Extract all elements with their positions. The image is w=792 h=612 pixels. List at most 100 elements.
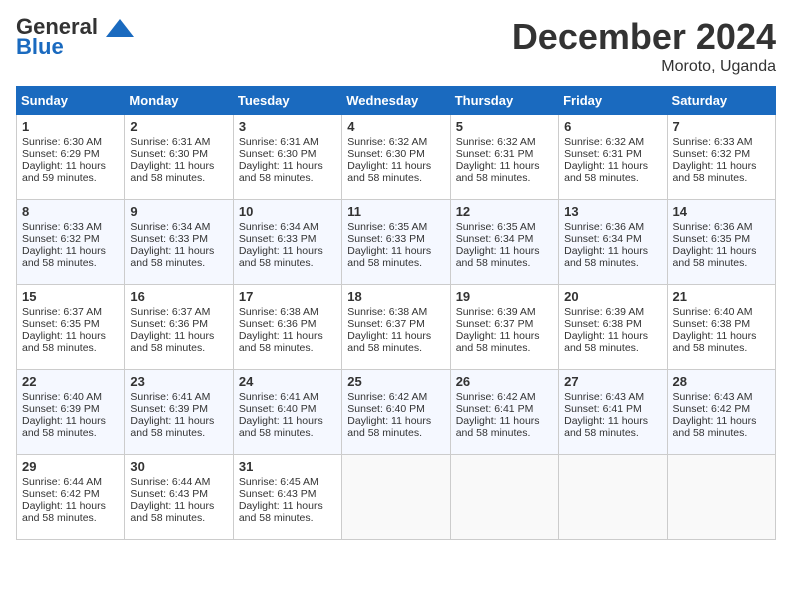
day-number: 10 — [239, 204, 336, 219]
sunrise: Sunrise: 6:37 AM — [22, 306, 102, 318]
daylight-mins: and 58 minutes. — [239, 512, 314, 524]
daylight: Daylight: 11 hours — [239, 415, 323, 427]
day-number: 5 — [456, 119, 553, 134]
day-cell-7: 7 Sunrise: 6:33 AM Sunset: 6:32 PM Dayli… — [667, 115, 775, 200]
day-number: 6 — [564, 119, 661, 134]
day-number: 24 — [239, 374, 336, 389]
day-cell-25: 25 Sunrise: 6:42 AM Sunset: 6:40 PM Dayl… — [342, 370, 450, 455]
daylight-mins: and 58 minutes. — [673, 342, 748, 354]
daylight: Daylight: 11 hours — [239, 245, 323, 257]
day-cell-6: 6 Sunrise: 6:32 AM Sunset: 6:31 PM Dayli… — [559, 115, 667, 200]
daylight-mins: and 58 minutes. — [22, 427, 97, 439]
title-block: December 2024 Moroto, Uganda — [512, 16, 776, 76]
location: Moroto, Uganda — [512, 58, 776, 76]
sunset: Sunset: 6:31 PM — [456, 148, 534, 160]
daylight: Daylight: 11 hours — [673, 160, 757, 172]
day-cell-21: 21 Sunrise: 6:40 AM Sunset: 6:38 PM Dayl… — [667, 285, 775, 370]
sunset: Sunset: 6:34 PM — [564, 233, 642, 245]
calendar-row: 22 Sunrise: 6:40 AM Sunset: 6:39 PM Dayl… — [17, 370, 776, 455]
daylight: Daylight: 11 hours — [22, 330, 106, 342]
sunset: Sunset: 6:33 PM — [347, 233, 425, 245]
calendar-row: 1 Sunrise: 6:30 AM Sunset: 6:29 PM Dayli… — [17, 115, 776, 200]
day-cell-20: 20 Sunrise: 6:39 AM Sunset: 6:38 PM Dayl… — [559, 285, 667, 370]
daylight: Daylight: 11 hours — [239, 500, 323, 512]
daylight: Daylight: 11 hours — [456, 160, 540, 172]
sunset: Sunset: 6:35 PM — [22, 318, 100, 330]
daylight: Daylight: 11 hours — [130, 160, 214, 172]
sunset: Sunset: 6:31 PM — [564, 148, 642, 160]
calendar-row: 29 Sunrise: 6:44 AM Sunset: 6:42 PM Dayl… — [17, 455, 776, 540]
daylight: Daylight: 11 hours — [130, 330, 214, 342]
day-cell-29: 29 Sunrise: 6:44 AM Sunset: 6:42 PM Dayl… — [17, 455, 125, 540]
day-cell-9: 9 Sunrise: 6:34 AM Sunset: 6:33 PM Dayli… — [125, 200, 233, 285]
sunset: Sunset: 6:37 PM — [347, 318, 425, 330]
sunset: Sunset: 6:41 PM — [456, 403, 534, 415]
sunset: Sunset: 6:38 PM — [564, 318, 642, 330]
daylight-mins: and 58 minutes. — [673, 427, 748, 439]
day-cell-30: 30 Sunrise: 6:44 AM Sunset: 6:43 PM Dayl… — [125, 455, 233, 540]
daylight-mins: and 58 minutes. — [564, 427, 639, 439]
day-number: 22 — [22, 374, 119, 389]
col-wednesday: Wednesday — [342, 87, 450, 115]
sunset: Sunset: 6:43 PM — [130, 488, 208, 500]
daylight: Daylight: 11 hours — [564, 415, 648, 427]
calendar-row: 15 Sunrise: 6:37 AM Sunset: 6:35 PM Dayl… — [17, 285, 776, 370]
sunrise: Sunrise: 6:32 AM — [456, 136, 536, 148]
day-cell-15: 15 Sunrise: 6:37 AM Sunset: 6:35 PM Dayl… — [17, 285, 125, 370]
day-cell-1: 1 Sunrise: 6:30 AM Sunset: 6:29 PM Dayli… — [17, 115, 125, 200]
sunset: Sunset: 6:42 PM — [22, 488, 100, 500]
daylight-mins: and 59 minutes. — [22, 172, 97, 184]
daylight: Daylight: 11 hours — [130, 415, 214, 427]
logo: General Blue — [16, 16, 134, 58]
daylight: Daylight: 11 hours — [347, 160, 431, 172]
sunset: Sunset: 6:32 PM — [673, 148, 751, 160]
sunrise: Sunrise: 6:33 AM — [22, 221, 102, 233]
empty-cell — [450, 455, 558, 540]
day-number: 28 — [673, 374, 770, 389]
day-number: 18 — [347, 289, 444, 304]
day-number: 31 — [239, 459, 336, 474]
sunrise: Sunrise: 6:38 AM — [239, 306, 319, 318]
sunset: Sunset: 6:42 PM — [673, 403, 751, 415]
daylight-mins: and 58 minutes. — [456, 172, 531, 184]
day-number: 14 — [673, 204, 770, 219]
daylight: Daylight: 11 hours — [347, 245, 431, 257]
daylight-mins: and 58 minutes. — [239, 172, 314, 184]
daylight-mins: and 58 minutes. — [347, 427, 422, 439]
daylight-mins: and 58 minutes. — [239, 257, 314, 269]
sunrise: Sunrise: 6:31 AM — [130, 136, 210, 148]
sunrise: Sunrise: 6:35 AM — [456, 221, 536, 233]
sunrise: Sunrise: 6:39 AM — [456, 306, 536, 318]
sunrise: Sunrise: 6:34 AM — [130, 221, 210, 233]
sunrise: Sunrise: 6:32 AM — [564, 136, 644, 148]
day-number: 2 — [130, 119, 227, 134]
daylight: Daylight: 11 hours — [130, 245, 214, 257]
sunset: Sunset: 6:30 PM — [347, 148, 425, 160]
sunset: Sunset: 6:36 PM — [130, 318, 208, 330]
daylight-mins: and 58 minutes. — [456, 342, 531, 354]
sunset: Sunset: 6:40 PM — [239, 403, 317, 415]
daylight: Daylight: 11 hours — [130, 500, 214, 512]
daylight-mins: and 58 minutes. — [239, 427, 314, 439]
daylight-mins: and 58 minutes. — [22, 342, 97, 354]
col-tuesday: Tuesday — [233, 87, 341, 115]
day-number: 26 — [456, 374, 553, 389]
day-cell-12: 12 Sunrise: 6:35 AM Sunset: 6:34 PM Dayl… — [450, 200, 558, 285]
sunset: Sunset: 6:35 PM — [673, 233, 751, 245]
sunset: Sunset: 6:39 PM — [130, 403, 208, 415]
day-cell-8: 8 Sunrise: 6:33 AM Sunset: 6:32 PM Dayli… — [17, 200, 125, 285]
sunrise: Sunrise: 6:41 AM — [239, 391, 319, 403]
sunrise: Sunrise: 6:45 AM — [239, 476, 319, 488]
day-cell-28: 28 Sunrise: 6:43 AM Sunset: 6:42 PM Dayl… — [667, 370, 775, 455]
logo-subtext: Blue — [16, 36, 64, 58]
daylight-mins: and 58 minutes. — [456, 427, 531, 439]
daylight-mins: and 58 minutes. — [130, 427, 205, 439]
empty-cell — [559, 455, 667, 540]
sunset: Sunset: 6:39 PM — [22, 403, 100, 415]
daylight: Daylight: 11 hours — [564, 160, 648, 172]
sunrise: Sunrise: 6:43 AM — [564, 391, 644, 403]
day-number: 19 — [456, 289, 553, 304]
day-cell-18: 18 Sunrise: 6:38 AM Sunset: 6:37 PM Dayl… — [342, 285, 450, 370]
day-cell-27: 27 Sunrise: 6:43 AM Sunset: 6:41 PM Dayl… — [559, 370, 667, 455]
day-cell-11: 11 Sunrise: 6:35 AM Sunset: 6:33 PM Dayl… — [342, 200, 450, 285]
